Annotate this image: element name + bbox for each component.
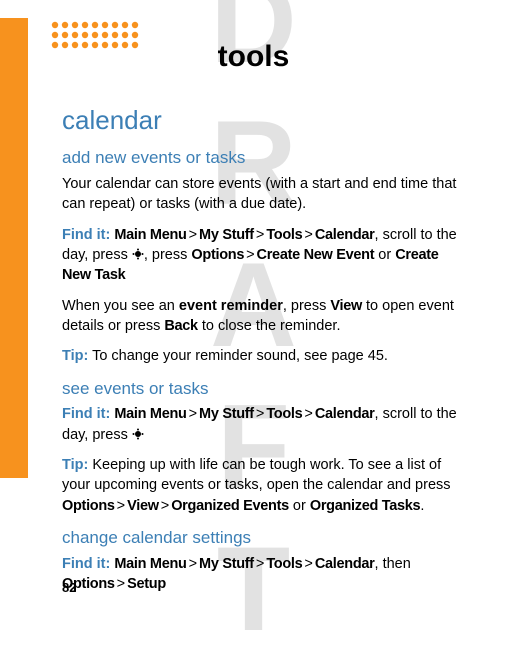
find-it-see: Find it: Main Menu>My Stuff>Tools>Calend… [62, 404, 465, 445]
menu-path: Main Menu [114, 227, 186, 243]
reminder-para: When you see an event reminder, press Vi… [62, 296, 465, 337]
menu-path: Tools [266, 406, 302, 422]
menu-path: My Stuff [199, 406, 254, 422]
menu-path: View [127, 498, 159, 514]
menu-path: Calendar [315, 406, 375, 422]
text: , press [283, 298, 331, 314]
subheading-add-events: add new events or tasks [62, 146, 465, 170]
page-title: tools [0, 40, 507, 74]
nav-key-icon [132, 426, 144, 438]
text: , press [144, 247, 192, 263]
menu-path: Options [191, 247, 244, 263]
find-it-label: Find it: [62, 406, 110, 422]
nav-key-icon [132, 246, 144, 258]
text: . [420, 498, 424, 514]
menu-path: Main Menu [114, 406, 186, 422]
text: to close the reminder. [198, 318, 341, 334]
menu-path: Tools [266, 227, 302, 243]
subheading-change-settings: change calendar settings [62, 526, 465, 550]
find-it-label: Find it: [62, 556, 110, 572]
menu-path: My Stuff [199, 556, 254, 572]
page-number: 82 [62, 580, 76, 595]
softkey: View [330, 298, 362, 314]
menu-path: Calendar [315, 556, 375, 572]
menu-path: Options [62, 498, 115, 514]
tip-label: Tip: [62, 457, 88, 473]
text: , then [375, 556, 411, 572]
text: or [289, 498, 310, 514]
menu-path: Create New Event [257, 247, 375, 263]
tip-see-events: Tip: Keeping up with life can be tough w… [62, 455, 465, 516]
tip-reminder-sound: Tip: To change your reminder sound, see … [62, 346, 465, 366]
text: or [374, 247, 395, 263]
text: To change your reminder sound, see page … [88, 348, 388, 364]
menu-path: Organized Events [171, 498, 289, 514]
content-area: calendar add new events or tasks Your ca… [62, 100, 465, 604]
menu-path: Organized Tasks [310, 498, 420, 514]
text: Keeping up with life can be tough work. … [62, 457, 451, 493]
subheading-see-events: see events or tasks [62, 377, 465, 401]
menu-path: My Stuff [199, 227, 254, 243]
find-it-settings: Find it: Main Menu>My Stuff>Tools>Calend… [62, 554, 465, 595]
find-it-add: Find it: Main Menu>My Stuff>Tools>Calend… [62, 225, 465, 286]
text: When you see an [62, 298, 179, 314]
menu-path: Setup [127, 576, 166, 592]
body-intro: Your calendar can store events (with a s… [62, 174, 465, 215]
menu-path: Main Menu [114, 556, 186, 572]
accent-bar [0, 18, 28, 478]
section-heading-calendar: calendar [62, 102, 465, 138]
softkey: Back [164, 318, 197, 334]
emphasis: event reminder [179, 298, 283, 314]
menu-path: Calendar [315, 227, 375, 243]
tip-label: Tip: [62, 348, 88, 364]
menu-path: Tools [266, 556, 302, 572]
find-it-label: Find it: [62, 227, 110, 243]
